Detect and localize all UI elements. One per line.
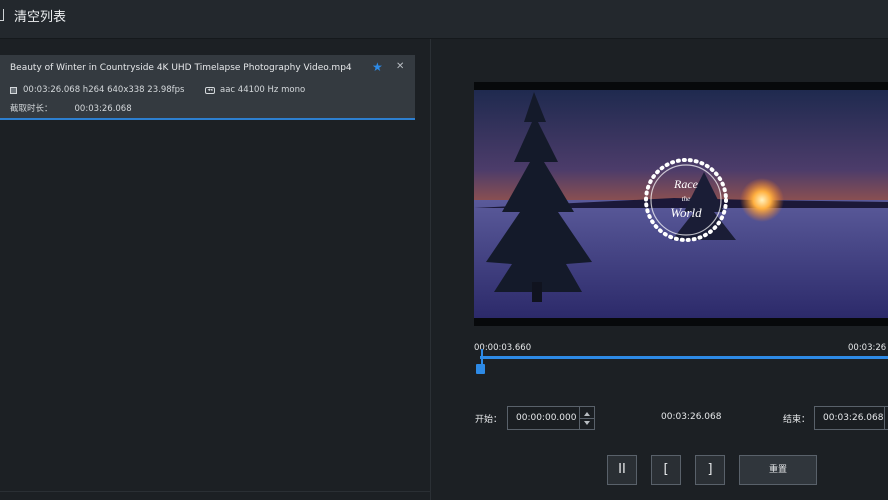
close-icon[interactable]: ✕ — [396, 61, 404, 72]
trim-start-handle[interactable] — [476, 364, 485, 374]
timeline-end-time: 00:03:26 — [848, 343, 887, 353]
selection-duration: 00:03:26.068 — [661, 412, 722, 422]
video-stream-icon — [10, 86, 17, 94]
start-label: 开始： — [475, 415, 503, 425]
file-list-panel: Beauty of Winter in Countryside 4K UHD T… — [0, 39, 431, 500]
end-label: 结束： — [783, 415, 811, 425]
audio-info-text: aac 44100 Hz mono — [220, 85, 306, 95]
logo-text-line: World — [670, 205, 702, 220]
playhead[interactable] — [481, 349, 483, 365]
video-info: 00:03:26.068 h264 640x338 23.98fps — [10, 85, 184, 95]
chevron-down-icon[interactable] — [584, 421, 590, 425]
trim-duration-label: 截取时长： — [10, 104, 53, 114]
audio-stream-icon: ◂◂ — [205, 86, 215, 94]
logo-text-line: Race — [673, 177, 699, 191]
end-time-input[interactable]: 00:03:26.068 — [814, 406, 885, 430]
file-list-item[interactable]: Beauty of Winter in Countryside 4K UHD T… — [0, 55, 415, 120]
trim-duration-value: 00:03:26.068 — [74, 104, 132, 114]
trim-duration-row: 截取时长： 00:03:26.068 — [10, 102, 132, 114]
logo-text-line: the — [682, 195, 691, 203]
divider — [0, 491, 431, 492]
star-icon[interactable]: ★ — [372, 60, 383, 74]
timeline-track[interactable] — [480, 356, 888, 359]
toolbar: 清空列表 — [0, 0, 888, 39]
pause-button[interactable]: II — [607, 455, 637, 485]
reset-button[interactable]: 重置 — [739, 455, 817, 485]
video-preview[interactable]: Race the World — [474, 82, 888, 326]
end-time-stepper[interactable] — [884, 406, 888, 430]
start-time-input[interactable]: 00:00:00.000 — [507, 406, 580, 430]
audio-info: ◂◂ aac 44100 Hz mono — [205, 85, 305, 95]
video-frame-image: Race the World — [474, 82, 888, 326]
file-name: Beauty of Winter in Countryside 4K UHD T… — [10, 63, 352, 73]
set-end-button[interactable]: ] — [695, 455, 725, 485]
start-time-stepper[interactable] — [579, 406, 595, 430]
chevron-up-icon[interactable] — [584, 412, 590, 416]
video-info-text: 00:03:26.068 h264 640x338 23.98fps — [23, 85, 185, 95]
clear-list-button[interactable]: 清空列表 — [14, 6, 66, 25]
set-start-button[interactable]: [ — [651, 455, 681, 485]
clear-list-icon[interactable] — [0, 9, 4, 21]
